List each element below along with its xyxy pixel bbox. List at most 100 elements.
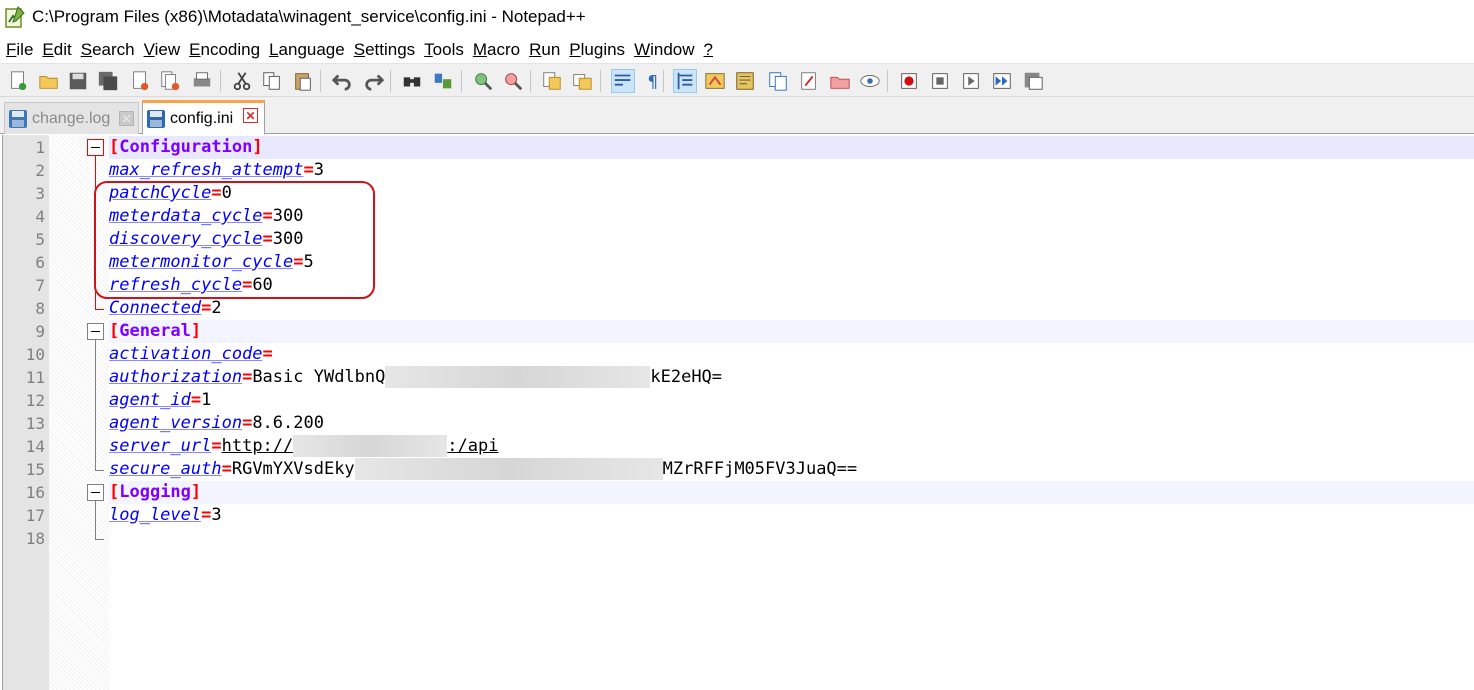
redacted-value — [293, 435, 448, 457]
tab-close-icon[interactable]: ✕ — [243, 108, 258, 123]
find-button[interactable] — [400, 69, 424, 93]
line-number: 11 — [25, 368, 45, 387]
tab-close-icon[interactable]: ✕ — [119, 111, 134, 126]
config-value-prefix: http:// — [221, 436, 294, 456]
close-all-button[interactable] — [158, 69, 182, 93]
replace-button[interactable] — [431, 69, 455, 93]
section-bracket: ] — [190, 482, 202, 502]
function-list-button[interactable] — [797, 69, 821, 93]
undo-icon — [331, 74, 351, 91]
redo-icon — [365, 74, 385, 91]
monitoring-button[interactable] — [858, 69, 882, 93]
code-line[interactable]: secure_auth=RGVmYXVsdEky MZrRFFjM05FV3Jua… — [109, 458, 1474, 481]
cut-button[interactable] — [230, 69, 254, 93]
toolbar-separator — [220, 70, 221, 92]
stop-record-button[interactable] — [928, 69, 952, 93]
play-macro-button[interactable] — [959, 69, 983, 93]
user-language-button[interactable] — [703, 69, 727, 93]
menu-run[interactable]: Run — [525, 40, 564, 60]
tab-change-log[interactable]: change.log ✕ — [4, 102, 139, 134]
word-wrap-button[interactable] — [611, 69, 635, 93]
toolbar-separator — [600, 70, 601, 92]
equals-operator: = — [242, 367, 253, 387]
code-line[interactable]: Connected=2 — [109, 297, 1474, 320]
sync-vertical-button[interactable] — [540, 69, 564, 93]
run-multiple-macro-icon — [993, 73, 1011, 89]
code-line[interactable]: authorization=Basic YWdlbnQ kE2eHQ= — [109, 366, 1474, 389]
code-line[interactable] — [109, 527, 1474, 550]
run-multiple-macro-button[interactable] — [990, 69, 1014, 93]
menu-settings[interactable]: Settings — [350, 40, 419, 60]
menu-mnemonic: E — [42, 40, 54, 59]
paste-button[interactable] — [291, 69, 315, 93]
open-file-button[interactable] — [37, 69, 61, 93]
indent-guide-button[interactable] — [673, 69, 697, 93]
menu-mnemonic: M — [472, 40, 488, 59]
fold-toggle-icon[interactable] — [87, 484, 104, 501]
menu-edit[interactable]: Edit — [38, 40, 75, 60]
equals-operator: = — [303, 160, 314, 180]
menu-mnemonic: E — [189, 40, 201, 59]
line-number: 15 — [25, 460, 45, 479]
close-button[interactable] — [128, 69, 152, 93]
undo-button[interactable] — [330, 69, 354, 93]
toolbar: ¶ — [0, 63, 1474, 97]
saved-file-icon — [147, 109, 165, 128]
equals-operator: = — [221, 459, 232, 479]
folder-workspace-button[interactable] — [828, 69, 852, 93]
sync-horizontal-button[interactable] — [570, 69, 594, 93]
save-button[interactable] — [66, 69, 90, 93]
code-line[interactable]: server_url=http://:/api — [109, 435, 1474, 458]
new-file-button[interactable] — [6, 69, 30, 93]
code-line[interactable]: agent_id=1 — [109, 389, 1474, 412]
section-header-line[interactable]: [Logging] — [109, 481, 1474, 504]
redacted-value — [354, 458, 663, 480]
record-macro-icon — [901, 73, 917, 89]
code-line[interactable]: max_refresh_attempt=3 — [109, 159, 1474, 182]
menu-file[interactable]: File — [0, 40, 37, 60]
code-line[interactable]: agent_version=8.6.200 — [109, 412, 1474, 435]
show-all-chars-button[interactable]: ¶ — [641, 69, 665, 93]
save-all-button[interactable] — [96, 69, 120, 93]
sync-vertical-icon — [543, 72, 561, 90]
menu-help[interactable]: ? — [700, 40, 717, 60]
code-line[interactable]: activation_code= — [109, 343, 1474, 366]
replace-icon — [434, 73, 452, 89]
zoom-out-button[interactable] — [501, 69, 525, 93]
toolbar-separator — [887, 70, 888, 92]
tab-config-ini[interactable]: config.ini ✕ — [142, 100, 265, 135]
doc-list-button[interactable] — [766, 69, 790, 93]
menu-encoding[interactable]: Encoding — [185, 40, 264, 60]
close-all-icon — [161, 71, 180, 91]
menu-language[interactable]: Language — [265, 40, 349, 60]
record-macro-button[interactable] — [897, 69, 921, 93]
save-macro-button[interactable] — [1021, 69, 1045, 93]
section-name: Logging — [119, 482, 191, 502]
menu-label-rest: un — [541, 40, 561, 59]
zoom-out-icon — [505, 73, 523, 91]
section-header-line[interactable]: [General] — [109, 320, 1474, 343]
section-header-line[interactable]: [Configuration] — [109, 136, 1474, 159]
menu-search[interactable]: Search — [77, 40, 139, 60]
menu-plugins[interactable]: Plugins — [565, 40, 629, 60]
menu-tools[interactable]: Tools — [420, 40, 468, 60]
config-key: agent_version — [109, 413, 243, 433]
menu-mnemonic: R — [529, 40, 542, 59]
redo-button[interactable] — [362, 69, 386, 93]
fold-toggle-icon[interactable] — [87, 139, 104, 156]
save-all-icon — [98, 71, 118, 91]
line-number: 4 — [35, 207, 45, 226]
sync-horizontal-icon — [573, 74, 592, 90]
doc-map-button[interactable] — [733, 69, 757, 93]
code-line[interactable]: log_level=3 — [109, 504, 1474, 527]
menu-window[interactable]: Window — [630, 40, 698, 60]
line-number: 3 — [35, 184, 45, 203]
menu-label-rest: ile — [16, 40, 34, 59]
config-key: authorization — [109, 367, 243, 387]
copy-button[interactable] — [260, 69, 284, 93]
menu-view[interactable]: View — [140, 40, 185, 60]
menu-macro[interactable]: Macro — [469, 40, 524, 60]
zoom-in-button[interactable] — [471, 69, 495, 93]
print-button[interactable] — [190, 69, 214, 93]
fold-toggle-icon[interactable] — [87, 323, 104, 340]
